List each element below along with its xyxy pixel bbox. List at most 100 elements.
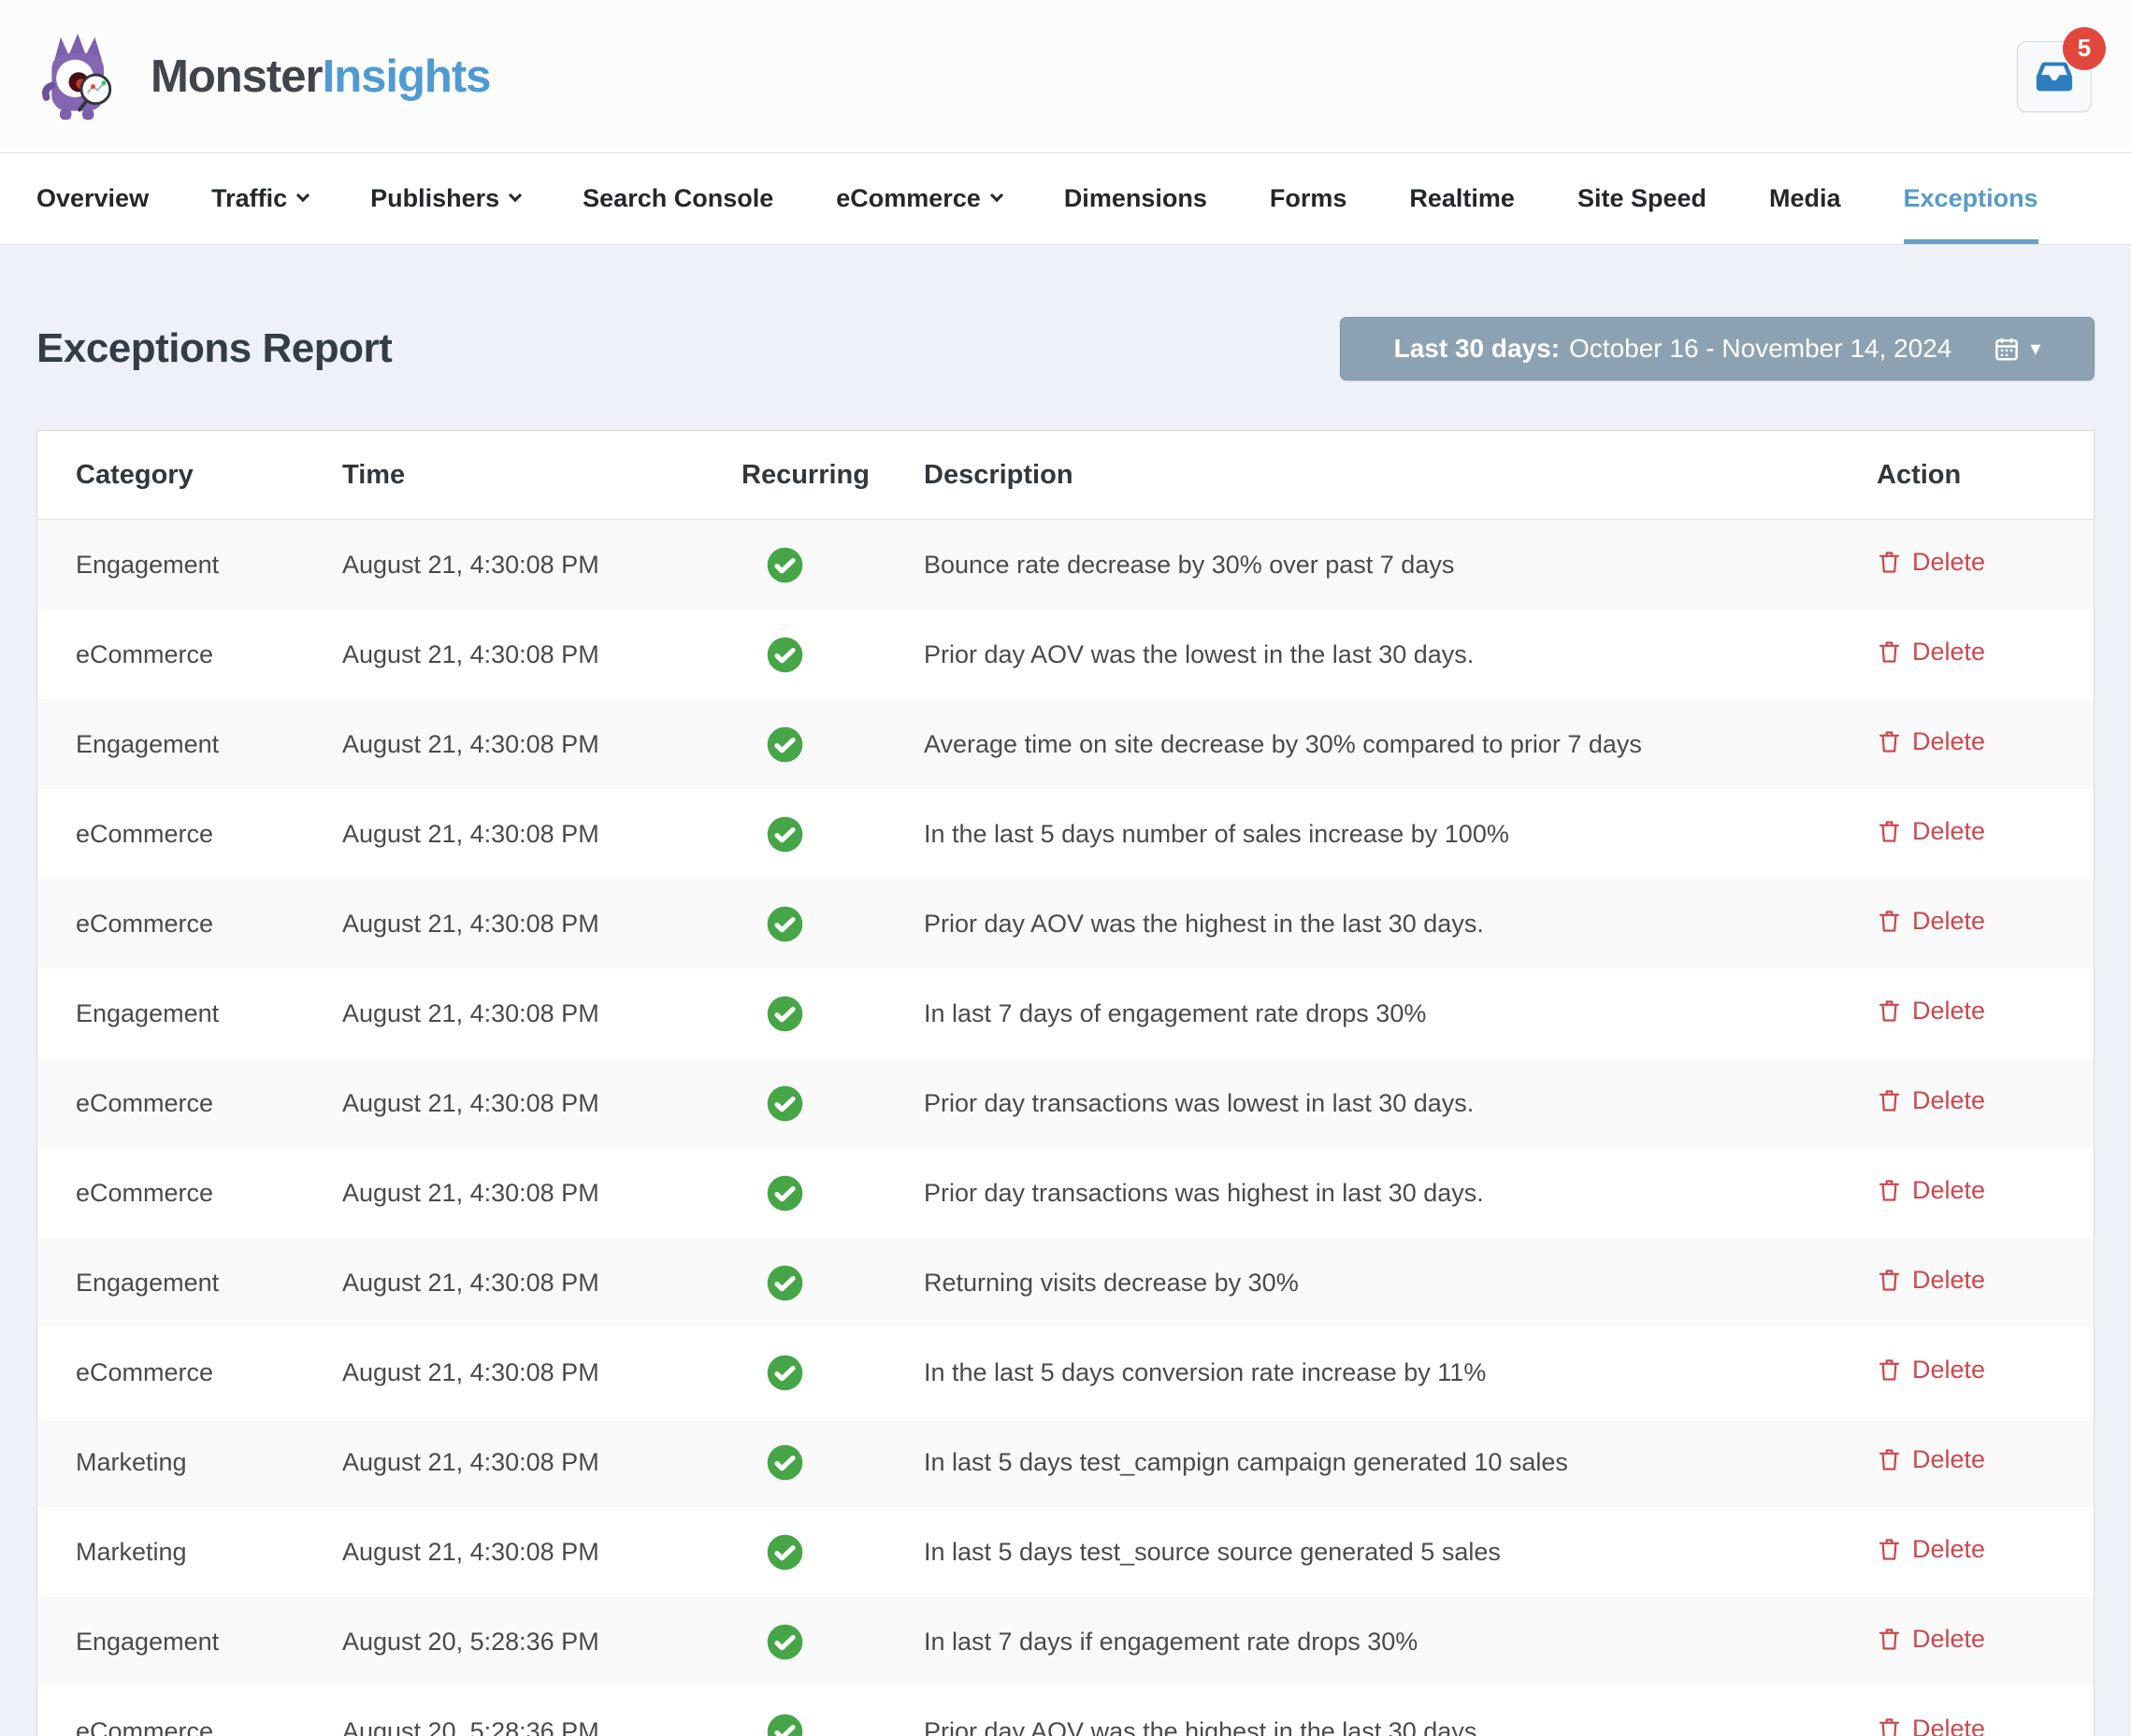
- nav-tab-label: Site Speed: [1577, 184, 1706, 213]
- cell-time: August 21, 4:30:08 PM: [342, 640, 742, 669]
- main-nav: Overview Traffic Publishers Search Console e…: [0, 153, 2131, 245]
- cell-time: August 21, 4:30:08 PM: [342, 1538, 742, 1567]
- cell-recurring: [742, 546, 924, 584]
- cell-action: Delete: [1877, 1625, 2054, 1659]
- trash-icon: [1877, 549, 1902, 576]
- delete-label: Delete: [1912, 1714, 1985, 1736]
- check-circle-icon: [766, 815, 804, 854]
- nav-tab-exceptions[interactable]: Exceptions: [1904, 153, 2038, 244]
- delete-button[interactable]: Delete: [1877, 727, 1985, 756]
- nav-tab-traffic[interactable]: Traffic: [211, 153, 308, 244]
- cell-category: Marketing: [76, 1448, 342, 1477]
- delete-button[interactable]: Delete: [1877, 1086, 1985, 1115]
- nav-tab-dimensions[interactable]: Dimensions: [1064, 153, 1207, 244]
- nav-tab-realtime[interactable]: Realtime: [1409, 153, 1515, 244]
- delete-button[interactable]: Delete: [1877, 907, 1985, 936]
- cell-description: Bounce rate decrease by 30% over past 7 …: [924, 551, 1877, 580]
- nav-tab-forms[interactable]: Forms: [1270, 153, 1347, 244]
- trash-icon: [1877, 1715, 1902, 1736]
- column-header-action: Action: [1877, 460, 2054, 491]
- cell-description: In last 7 days if engagement rate drops …: [924, 1628, 1877, 1657]
- delete-button[interactable]: Delete: [1877, 1625, 1985, 1654]
- cell-description: Average time on site decrease by 30% com…: [924, 730, 1877, 759]
- delete-button[interactable]: Delete: [1877, 548, 1985, 577]
- brand-wordmark-accent: Insights: [323, 51, 491, 102]
- table-row: eCommerceAugust 21, 4:30:08 PMPrior day …: [37, 879, 2094, 968]
- nav-tab-label: Overview: [36, 184, 149, 213]
- check-circle-icon: [766, 1533, 804, 1571]
- nav-tab-label: Search Console: [583, 184, 773, 213]
- cell-description: Prior day transactions was highest in la…: [924, 1179, 1877, 1208]
- table-row: eCommerceAugust 21, 4:30:08 PMIn the las…: [37, 1327, 2094, 1417]
- delete-label: Delete: [1912, 907, 1985, 936]
- trash-icon: [1877, 1536, 1902, 1563]
- cell-time: August 20, 5:28:36 PM: [342, 1628, 742, 1657]
- delete-button[interactable]: Delete: [1877, 1356, 1985, 1384]
- delete-button[interactable]: Delete: [1877, 817, 1985, 846]
- delete-label: Delete: [1912, 1086, 1985, 1115]
- delete-label: Delete: [1912, 548, 1985, 577]
- cell-category: eCommerce: [76, 1358, 342, 1387]
- nav-tab-media[interactable]: Media: [1769, 153, 1841, 244]
- delete-button[interactable]: Delete: [1877, 1445, 1985, 1474]
- delete-label: Delete: [1912, 1535, 1985, 1564]
- table-row: MarketingAugust 21, 4:30:08 PMIn last 5 …: [37, 1417, 2094, 1507]
- cell-action: Delete: [1877, 1086, 2054, 1121]
- exceptions-table: Category Time Recurring Description Acti…: [36, 430, 2095, 1736]
- cell-category: Engagement: [76, 730, 342, 759]
- app-header: MonsterInsights 5: [0, 0, 2131, 153]
- monster-mascot-icon: [36, 28, 126, 125]
- check-circle-icon: [766, 1264, 804, 1302]
- column-header-time: Time: [342, 460, 742, 491]
- check-circle-icon: [766, 1174, 804, 1212]
- cell-action: Delete: [1877, 638, 2054, 672]
- nav-tab-label: Traffic: [211, 184, 287, 213]
- column-header-description: Description: [924, 460, 1877, 491]
- check-circle-icon: [766, 1354, 804, 1392]
- table-row: EngagementAugust 21, 4:30:08 PMReturning…: [37, 1238, 2094, 1327]
- chevron-down-icon: ▾: [2030, 338, 2040, 359]
- table-row: eCommerceAugust 21, 4:30:08 PMPrior day …: [37, 1148, 2094, 1238]
- cell-description: Returning visits decrease by 30%: [924, 1269, 1877, 1298]
- table-row: eCommerceAugust 21, 4:30:08 PMPrior day …: [37, 610, 2094, 699]
- cell-recurring: [742, 905, 924, 943]
- trash-icon: [1877, 818, 1902, 845]
- chevron-down-icon: [509, 188, 522, 201]
- cell-action: Delete: [1877, 1176, 2054, 1211]
- calendar-icon: [1993, 335, 2021, 363]
- nav-tab-publishers[interactable]: Publishers: [370, 153, 520, 244]
- nav-tab-search-console[interactable]: Search Console: [583, 153, 773, 244]
- delete-button[interactable]: Delete: [1877, 1176, 1985, 1205]
- cell-time: August 21, 4:30:08 PM: [342, 1358, 742, 1387]
- table-row: EngagementAugust 21, 4:30:08 PMBounce ra…: [37, 520, 2094, 610]
- delete-button[interactable]: Delete: [1877, 997, 1985, 1026]
- delete-button[interactable]: Delete: [1877, 1714, 1985, 1736]
- delete-label: Delete: [1912, 997, 1985, 1026]
- delete-button[interactable]: Delete: [1877, 1535, 1985, 1564]
- notification-count-badge: 5: [2063, 27, 2106, 70]
- trash-icon: [1877, 1087, 1902, 1114]
- check-circle-icon: [766, 725, 804, 764]
- date-range-button[interactable]: Last 30 days: October 16 - November 14, …: [1340, 317, 2095, 380]
- cell-time: August 20, 5:28:36 PM: [342, 1717, 742, 1736]
- cell-category: eCommerce: [76, 1089, 342, 1118]
- cell-recurring: [742, 995, 924, 1033]
- nav-tab-ecommerce[interactable]: eCommerce: [836, 153, 1001, 244]
- cell-recurring: [742, 1623, 924, 1661]
- cell-description: In last 5 days test_source source genera…: [924, 1538, 1877, 1567]
- table-header-row: Category Time Recurring Description Acti…: [37, 431, 2094, 520]
- delete-button[interactable]: Delete: [1877, 638, 1985, 667]
- nav-tab-overview[interactable]: Overview: [36, 153, 149, 244]
- nav-tab-site-speed[interactable]: Site Speed: [1577, 153, 1706, 244]
- delete-button[interactable]: Delete: [1877, 1266, 1985, 1295]
- page-head: Exceptions Report Last 30 days: October …: [36, 317, 2095, 380]
- cell-description: Prior day AOV was the lowest in the last…: [924, 640, 1877, 669]
- cell-action: Delete: [1877, 1714, 2054, 1736]
- cell-recurring: [742, 1084, 924, 1123]
- date-range-icons: ▾: [1993, 335, 2040, 363]
- notifications-inbox-button[interactable]: 5: [2017, 41, 2092, 112]
- cell-recurring: [742, 725, 924, 764]
- cell-time: August 21, 4:30:08 PM: [342, 730, 742, 759]
- delete-label: Delete: [1912, 1445, 1985, 1474]
- cell-description: In the last 5 days number of sales incre…: [924, 820, 1877, 849]
